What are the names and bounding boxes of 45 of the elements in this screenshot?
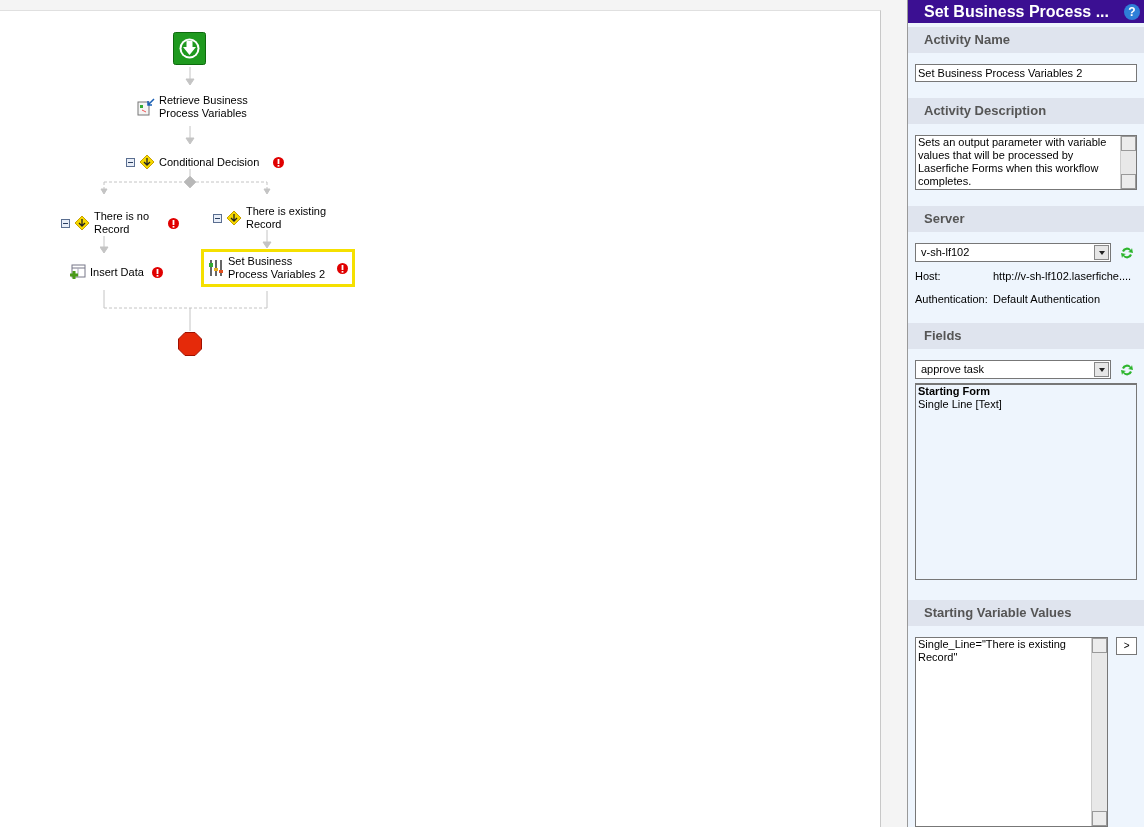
section-header: Server — [908, 206, 1144, 232]
variable-values-field[interactable]: Single_Line="There is existing Record" — [915, 637, 1109, 827]
activity-node[interactable]: Insert Data — [66, 261, 166, 283]
list-group-title: Starting Form — [918, 385, 992, 398]
section-header: Starting Variable Values — [908, 600, 1144, 626]
document-arrow-icon — [137, 98, 155, 116]
help-button[interactable]: ? — [1124, 3, 1140, 20]
field-label: Authentication: — [915, 291, 989, 307]
activity-label: Set Business Process Variables 2 — [228, 255, 326, 281]
dropdown[interactable]: v-sh-lf102 — [915, 243, 1111, 262]
section-header: Activity Name — [908, 27, 1144, 53]
stop-sign-icon — [178, 332, 202, 356]
sliders-icon — [208, 259, 224, 277]
connector-arrow — [262, 229, 272, 249]
field-value: Default Authentication — [993, 291, 1101, 307]
list-item[interactable]: Single Line [Text] — [918, 398, 1134, 411]
activity-node[interactable]: There is no Record — [58, 207, 182, 239]
caret-icon — [1094, 362, 1109, 377]
connector-arrow — [185, 125, 195, 145]
description-field[interactable]: Sets an output parameter with variable values that will be processed by Laserfiche Forms when this workflow completes. — [915, 135, 1137, 190]
diamond-icon — [139, 154, 155, 170]
section-header: Activity Description — [908, 98, 1144, 124]
activity-label: There is no Record — [94, 210, 151, 236]
field-value: http://v-sh-lf102.laserfiche.... — [993, 269, 1132, 284]
activity-node[interactable]: Set Business Process Variables 2 — [201, 249, 355, 287]
field-label: Host: — [915, 269, 942, 284]
connector-arrow — [100, 235, 109, 254]
activity-node[interactable]: Retrieve Business Process Variables — [134, 91, 272, 123]
diamond-icon — [226, 210, 242, 226]
insert-button[interactable]: > — [1116, 637, 1137, 655]
activity-node[interactable]: There is existing Record — [210, 202, 334, 234]
activity-name-field[interactable]: Set Business Process Variables 2 — [915, 64, 1137, 82]
connector-arrow — [185, 67, 195, 86]
caret-icon — [1094, 245, 1109, 260]
section-header: Fields — [908, 323, 1144, 349]
activity-label: Conditional Decision — [159, 155, 261, 169]
activity-node[interactable]: Conditional Decision — [123, 151, 287, 173]
activity-label: Retrieve Business Process Variables — [159, 94, 249, 120]
panel-title: Set Business Process ... — [924, 1, 1109, 22]
table-plus-icon — [69, 264, 86, 280]
dropdown[interactable]: approve task — [915, 360, 1111, 379]
fields-list[interactable]: Starting Form Single Line [Text] — [915, 383, 1137, 580]
activity-label: Insert Data — [90, 265, 145, 279]
diamond-icon — [74, 215, 90, 231]
activity-label: There is existing Record — [246, 205, 328, 231]
